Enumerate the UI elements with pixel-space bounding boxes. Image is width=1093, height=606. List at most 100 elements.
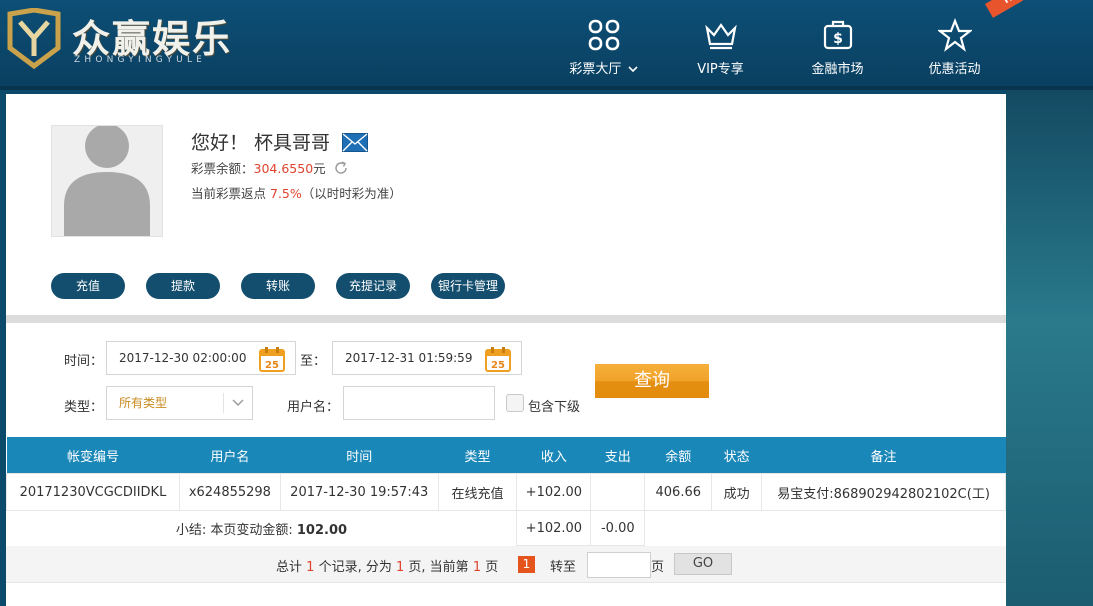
start-time-value: 2017-12-30 02:00:00 [119,351,247,365]
logo-subtitle: ZHONGYINGYULE [74,55,207,65]
column-header[interactable]: 类型 [438,437,517,474]
pager-prefix: 总计 [276,560,303,575]
column-header[interactable]: 状态 [711,437,762,474]
table-cell: 易宝支付:868902942802102C(工) [761,473,1006,511]
end-time-value: 2017-12-31 01:59:59 [345,351,473,365]
username: 杯具哥哥 [254,132,331,154]
summary-expense: -0.00 [590,510,646,546]
goto-page-input[interactable] [587,552,651,578]
summary-label-cell: 小结: 本页变动金额: 102.00 [7,511,517,546]
lottery-balance: 彩票余额：304.6550元 [191,158,348,177]
goto-label: 转至 [550,560,577,575]
column-header[interactable]: 余额 [644,437,712,474]
pager-page-suffix: 页 [485,560,499,575]
page-link-1[interactable]: 1 [518,556,535,573]
svg-text:$: $ [833,31,843,47]
time-label: 时间： [64,354,104,369]
summary-blank [645,511,1006,546]
calendar-icon[interactable]: 25 [485,346,511,372]
column-header[interactable]: 帐变编号 [6,437,180,474]
calendar-day: 25 [265,360,279,371]
pager-pages-text: 页, 当前第 [408,560,469,575]
mail-icon[interactable] [342,133,369,152]
transaction-records-button[interactable]: 充提记录 [336,273,410,299]
section-divider [6,315,1006,323]
refresh-icon[interactable] [334,161,348,175]
table-cell: 成功 [711,473,763,511]
start-time-input[interactable]: 2017-12-30 02:00:00 25 [106,341,296,375]
include-subordinates-checkbox[interactable] [506,394,524,412]
site-header: 众赢娱乐 ZHONGYINGYULE 彩票大厅 VIP专享 $ 金融市场 优惠活… [0,0,1093,90]
nav-label: 金融市场 [811,62,864,77]
pager-current-page: 1 [472,560,482,575]
column-header[interactable]: 收入 [516,437,591,474]
rebate-value: 7.5% [270,186,302,201]
rebate-info: 当前彩票返点 7.5%（以时时彩为准） [191,183,402,202]
pager-total-records: 1 [306,560,315,575]
avatar [51,125,163,237]
query-button[interactable]: 查询 [595,364,709,398]
summary-amount: 102.00 [296,522,348,538]
table-cell: 20171230VCGCDIIDKL [6,473,180,511]
nav-label: 彩票大厅 [569,62,622,77]
withdraw-button[interactable]: 提款 [146,273,220,299]
pager-records-text: 个记录, 分为 [318,560,392,575]
greeting-text: 您好！ [191,132,249,154]
summary-label: 小结: 本页变动金额: [175,522,293,538]
pager-summary: 总计 1 个记录, 分为 1 页, 当前第 1 页 [276,556,498,575]
logo-icon[interactable] [6,8,62,70]
type-select[interactable]: 所有类型 [106,386,253,420]
table-cell: 2017-12-30 19:57:43 [279,473,439,511]
table-cell: x624855298 [178,473,281,511]
nav-vip[interactable]: VIP专享 [662,14,779,77]
nav-finance-market[interactable]: $ 金融市场 [779,14,896,77]
goto-suffix: 页 [651,560,665,575]
column-header[interactable]: 用户名 [179,437,281,474]
type-select-value: 所有类型 [119,396,168,410]
column-header[interactable]: 时间 [280,437,439,474]
summary-income: +102.00 [516,510,592,546]
deposit-button[interactable]: 充值 [51,273,125,299]
transaction-table: 帐变编号 用户名 时间 类型 收入 支出 余额 状态 备注 20171230VC… [6,437,1006,546]
greeting: 您好！ 杯具哥哥 [191,128,369,155]
column-header[interactable]: 支出 [590,437,645,474]
table-cell: 在线充值 [437,473,518,511]
user-silhouette-icon [64,126,150,236]
include-subordinates-label: 包含下级 [528,400,581,415]
username-label: 用户名： [287,400,340,415]
calendar-icon[interactable]: 25 [259,346,285,372]
grid-icon [588,19,619,51]
table-row[interactable]: 20171230VCGCDIIDKL x624855298 2017-12-30… [6,473,1006,511]
hot-badge-text: HOT [985,0,1023,18]
table-cell: +102.00 [516,473,592,511]
star-icon [937,18,972,52]
calendar-day: 25 [491,360,505,371]
bank-card-button[interactable]: 银行卡管理 [431,273,505,299]
table-cell [590,473,646,511]
balance-value: 304.6550 [253,161,314,176]
pager-total-pages: 1 [395,560,405,575]
nav-lottery-hall[interactable]: 彩票大厅 [545,14,662,77]
money-bag-icon: $ [823,20,852,50]
table-header-row: 帐变编号 用户名 时间 类型 收入 支出 余额 状态 备注 [6,437,1006,474]
username-input[interactable] [343,386,495,420]
rebate-label: 当前彩票返点 [191,186,267,201]
type-label: 类型： [64,400,104,415]
hot-badge: HOT [975,0,1023,28]
to-label: 至： [300,354,327,369]
go-button[interactable]: GO [674,553,732,575]
nav-label: 优惠活动 [928,62,981,77]
main-nav: 彩票大厅 VIP专享 $ 金融市场 优惠活动 [545,14,1013,77]
background-strip [1006,90,1093,606]
rebate-note: （以时时彩为准） [301,186,402,201]
transfer-button[interactable]: 转账 [241,273,315,299]
nav-label: VIP专享 [697,62,744,77]
table-cell: 406.66 [644,473,713,511]
end-time-input[interactable]: 2017-12-31 01:59:59 25 [332,341,522,375]
crown-icon [704,23,737,50]
column-header[interactable]: 备注 [761,437,1006,474]
account-panel: 您好！ 杯具哥哥 彩票余额：304.6550元 当前彩票返点 7.5%（以时时彩为… [6,94,1006,606]
action-buttons: 充值 提款 转账 充提记录 银行卡管理 [51,273,526,299]
balance-unit: 元 [313,161,326,176]
pagination: 总计 1 个记录, 分为 1 页, 当前第 1 页 1 转至 页 GO [6,546,1006,583]
